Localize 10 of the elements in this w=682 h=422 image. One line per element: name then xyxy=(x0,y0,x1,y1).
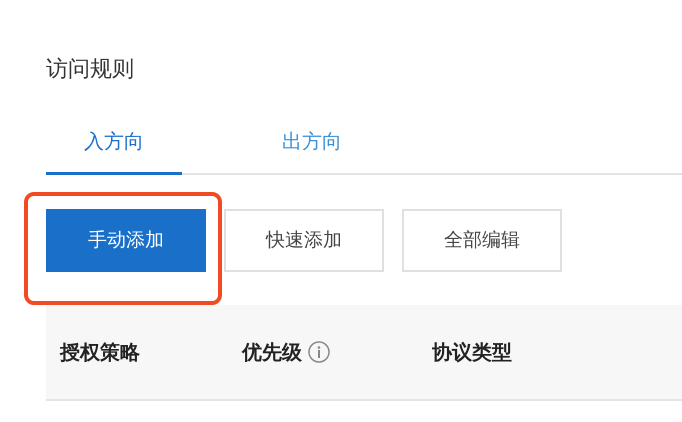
action-button[interactable]: 快速添加 xyxy=(224,209,384,272)
info-icon[interactable] xyxy=(308,341,330,363)
column-header: 协议类型 xyxy=(432,339,512,366)
add-button[interactable]: 手动添加 xyxy=(46,209,206,272)
column-header: 优先级 xyxy=(242,339,302,366)
page-title: 访问规则 xyxy=(46,56,135,84)
action-button[interactable]: 全部编辑 xyxy=(402,209,562,272)
tab[interactable]: 出方向 xyxy=(280,126,344,175)
tab[interactable]: 入方向 xyxy=(46,126,182,175)
column-header: 授权策略 xyxy=(60,339,140,366)
